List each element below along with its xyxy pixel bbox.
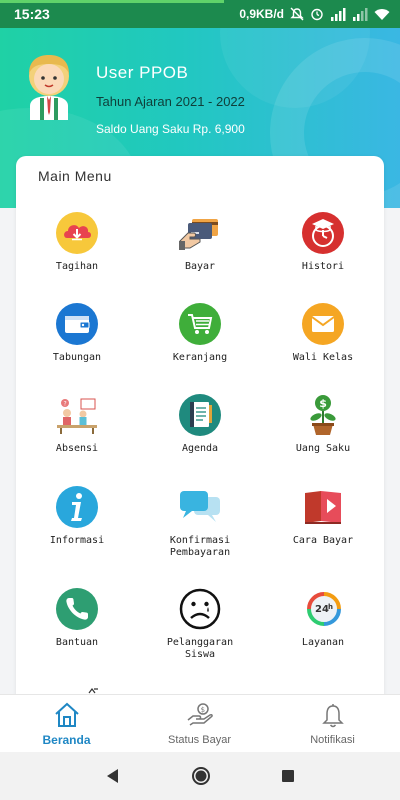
envelope-icon — [302, 303, 344, 345]
home-icon — [54, 702, 79, 727]
user-name: User PPOB — [96, 63, 189, 82]
svg-text:?: ? — [64, 401, 67, 408]
menu-item-layanan[interactable]: 24 h Layanan — [262, 587, 384, 649]
graduation-clock-icon — [302, 212, 344, 254]
menu-label: Bantuan — [55, 637, 99, 648]
menu-item-agenda[interactable]: Agenda — [139, 393, 261, 455]
money-plant-icon: $ — [310, 395, 336, 435]
menu-item-tagihan[interactable]: Tagihan — [16, 211, 138, 273]
hand-card-icon — [179, 219, 218, 250]
nav-beranda[interactable]: Beranda — [0, 695, 133, 752]
status-bar: 15:23 0,9KB/d — [0, 0, 400, 28]
video-book-icon — [305, 491, 341, 524]
nav-label: Beranda — [42, 732, 91, 747]
menu-label: Tabungan — [52, 352, 102, 363]
loading-progress-bar — [0, 0, 224, 3]
hand-coin-icon: $ — [187, 702, 213, 726]
school-year: Tahun Ajaran 2021 - 2022 — [96, 94, 245, 109]
nav-status-bayar[interactable]: $ Status Bayar — [133, 695, 266, 752]
menu-item-konfirmasi-pembayaran[interactable]: Konfirmasi Pembayaran — [139, 485, 261, 559]
sad-face-icon — [179, 588, 221, 630]
menu-item-wali-kelas[interactable]: Wali Kelas — [262, 302, 384, 364]
menu-label: Informasi — [49, 535, 105, 546]
nav-notifikasi[interactable]: Notifikasi — [266, 695, 399, 752]
home-button-icon[interactable] — [191, 766, 211, 786]
main-menu-card: Main Menu Tagihan Bayar Histori Tabungan… — [16, 156, 384, 716]
menu-item-absensi[interactable]: ? Absensi — [16, 393, 138, 455]
bottom-navigation: Beranda $ Status Bayar Notifikasi — [0, 694, 400, 752]
cloud-download-icon — [56, 212, 98, 254]
menu-label: Cara Bayar — [292, 535, 354, 546]
avatar — [29, 55, 69, 120]
nav-label: Notifikasi — [310, 733, 355, 746]
menu-item-tabungan[interactable]: Tabungan — [16, 302, 138, 364]
phone-icon — [56, 588, 98, 630]
main-menu-title: Main Menu — [38, 168, 112, 184]
menu-item-pelanggaran-siswa[interactable]: Pelanggaran Siswa — [139, 587, 261, 661]
back-icon[interactable] — [105, 768, 121, 784]
menu-label: Layanan — [301, 637, 345, 648]
menu-label: Bayar — [184, 261, 216, 272]
menu-label: Uang Saku — [295, 443, 351, 454]
menu-item-keranjang[interactable]: Keranjang — [139, 302, 261, 364]
nav-label: Status Bayar — [168, 733, 231, 746]
menu-label: Absensi — [55, 443, 99, 454]
svg-text:24: 24 — [315, 604, 329, 615]
wifi-icon — [374, 8, 390, 20]
menu-label: Tagihan — [55, 261, 99, 272]
system-navigation-bar — [0, 752, 400, 800]
menu-item-bantuan[interactable]: Bantuan — [16, 587, 138, 649]
wallet-icon — [56, 303, 98, 345]
svg-text:$: $ — [200, 706, 204, 714]
chat-bubbles-icon — [180, 491, 220, 522]
mute-icon — [290, 7, 304, 21]
menu-item-histori[interactable]: Histori — [262, 211, 384, 273]
info-icon — [56, 486, 98, 528]
notebook-icon — [179, 394, 221, 436]
menu-label: Konfirmasi Pembayaran — [169, 535, 231, 558]
menu-label: Keranjang — [172, 352, 228, 363]
svg-text:h: h — [328, 603, 333, 611]
menu-item-cara-bayar[interactable]: Cara Bayar — [262, 485, 384, 547]
menu-item-uang-saku[interactable]: $ Uang Saku — [262, 393, 384, 455]
menu-item-bayar[interactable]: Bayar — [139, 211, 261, 273]
menu-label: Histori — [301, 261, 345, 272]
svg-text:$: $ — [319, 397, 327, 410]
signal-icon — [331, 7, 346, 21]
classroom-icon: ? — [57, 398, 97, 434]
bell-icon — [321, 703, 344, 727]
24h-service-icon: 24 h — [307, 592, 341, 626]
menu-label: Wali Kelas — [292, 352, 354, 363]
recents-icon[interactable] — [281, 769, 295, 783]
cart-icon — [179, 303, 221, 345]
network-speed: 0,9KB/d — [239, 7, 284, 21]
menu-item-informasi[interactable]: Informasi — [16, 485, 138, 547]
menu-label: Agenda — [181, 443, 219, 454]
menu-label: Pelanggaran Siswa — [166, 637, 234, 660]
alarm-icon — [311, 8, 323, 21]
signal-icon-2 — [353, 7, 368, 21]
status-time: 15:23 — [14, 6, 50, 22]
pocket-money-balance: Saldo Uang Saku Rp. 6,900 — [96, 122, 245, 136]
status-indicators: 0,9KB/d — [239, 7, 390, 21]
